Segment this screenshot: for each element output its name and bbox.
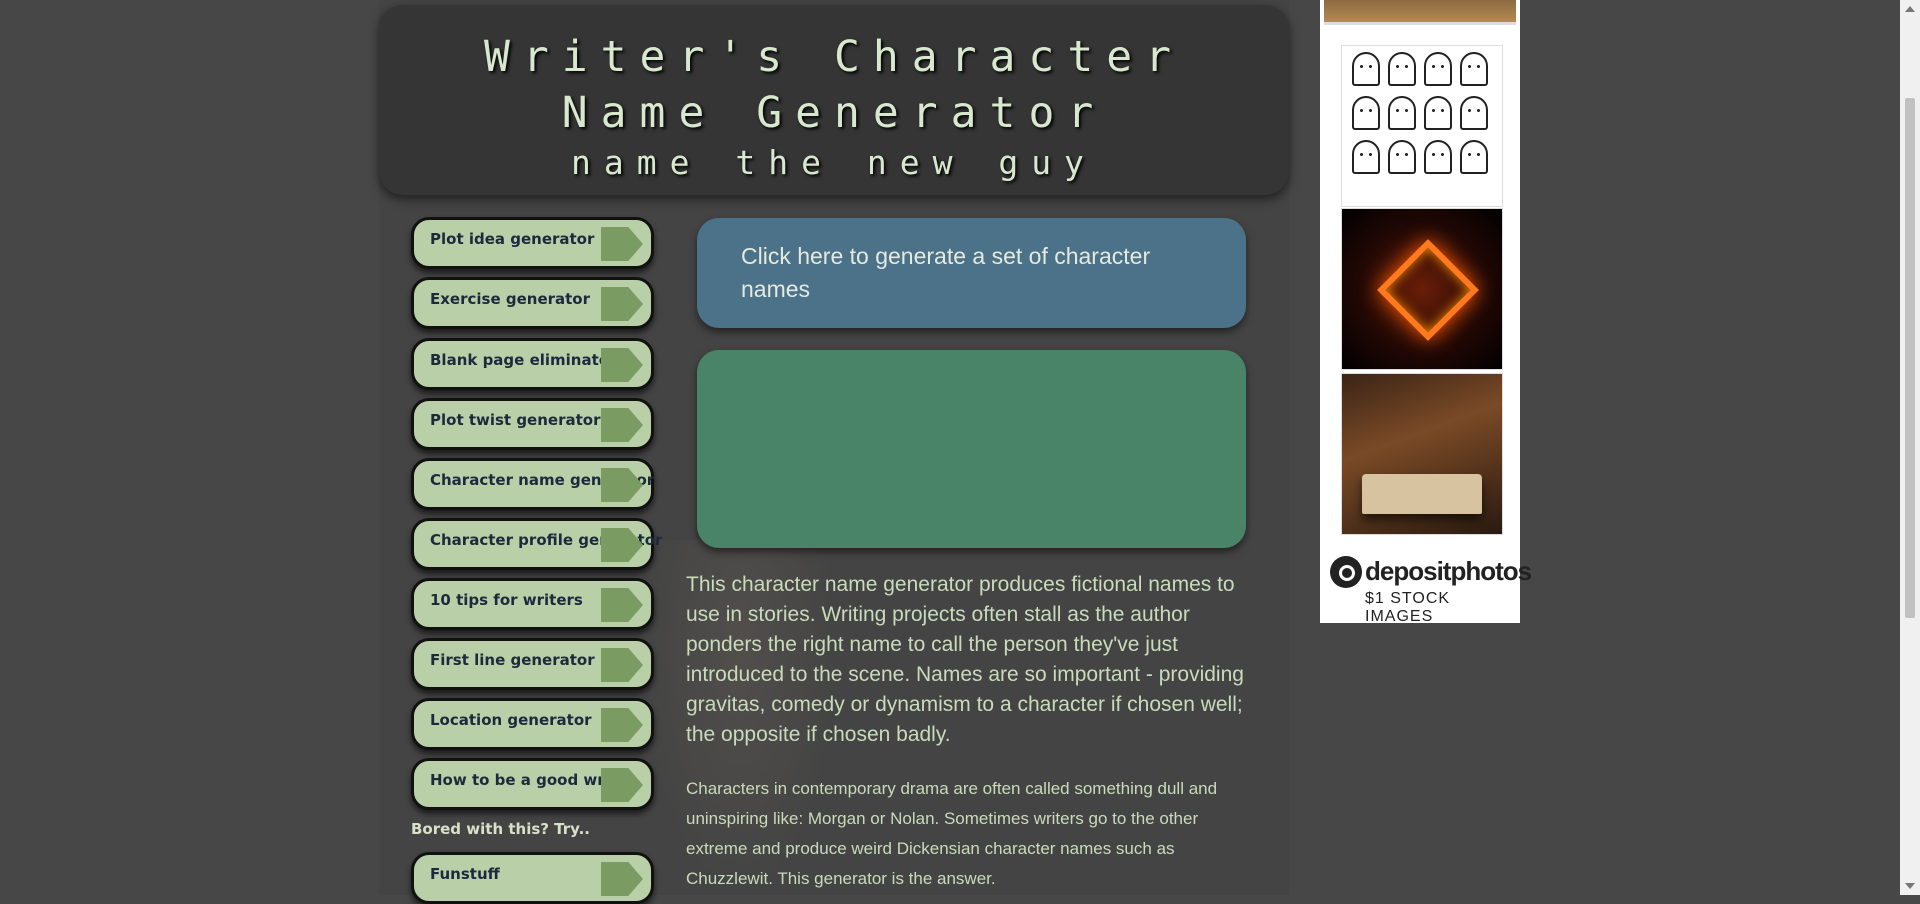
depositphotos-brand: depositphotos xyxy=(1365,556,1532,586)
ghost-icon xyxy=(1352,96,1380,130)
ghost-icon xyxy=(1424,52,1452,86)
ad-image-old-book[interactable] xyxy=(1341,373,1503,535)
ghost-icon xyxy=(1460,96,1488,130)
nav-funstuff[interactable]: Funstuff xyxy=(411,852,654,904)
ad-image-ghosts[interactable] xyxy=(1341,45,1503,207)
fire-heart-icon xyxy=(1377,239,1479,341)
nav-label: Exercise generator xyxy=(430,290,591,308)
nav-label: Location generator xyxy=(430,711,592,729)
nav-how-to-be-a-good-writer[interactable]: How to be a good writer xyxy=(411,758,654,810)
description-paragraph: Characters in contemporary drama are oft… xyxy=(686,779,1218,888)
ghost-icon xyxy=(1388,140,1416,174)
site-title-line-1: Writer's Character xyxy=(484,32,1184,82)
nav-exercise-generator[interactable]: Exercise generator xyxy=(411,277,654,329)
generated-names-panel xyxy=(697,350,1246,548)
nav-label: First line generator xyxy=(430,651,595,669)
ghost-icon xyxy=(1352,140,1380,174)
arrow-right-icon xyxy=(601,648,643,682)
generate-names-label: Click here to generate a set of characte… xyxy=(741,243,1151,302)
nav-label: Plot idea generator xyxy=(430,230,595,248)
ad-image-top[interactable] xyxy=(1324,0,1516,25)
depositphotos-tagline: $1 STOCK IMAGES xyxy=(1365,590,1451,625)
ghost-icon xyxy=(1424,96,1452,130)
scroll-up-arrow-icon[interactable] xyxy=(1905,6,1915,12)
nav-label: Funstuff xyxy=(430,865,500,883)
nav-10-tips-for-writers[interactable]: 10 tips for writers xyxy=(411,578,654,630)
nav-blank-page-eliminator[interactable]: Blank page eliminator xyxy=(411,338,654,390)
arrow-right-icon xyxy=(601,862,643,896)
site-title-line-2: Name Generator xyxy=(561,88,1107,138)
ghost-icon xyxy=(1424,140,1452,174)
intro-paragraph: This character name generator produces f… xyxy=(686,573,1244,746)
nav-character-name-generator[interactable]: Character name generator xyxy=(411,458,654,510)
arrow-right-icon xyxy=(601,227,643,261)
bored-prompt: Bored with this? Try.. xyxy=(411,820,590,838)
arrow-right-icon xyxy=(601,287,643,321)
scroll-down-arrow-icon[interactable] xyxy=(1905,883,1915,889)
nav-plot-idea-generator[interactable]: Plot idea generator xyxy=(411,217,654,269)
nav-location-generator[interactable]: Location generator xyxy=(411,698,654,750)
ghost-icon xyxy=(1460,52,1488,86)
arrow-right-icon xyxy=(601,408,643,442)
arrow-right-icon xyxy=(601,708,643,742)
open-book-icon xyxy=(1362,474,1482,514)
ghost-icons-grid xyxy=(1348,50,1498,182)
scrollbar-thumb[interactable] xyxy=(1905,98,1915,618)
nav-character-profile-generator[interactable]: Character profile generator xyxy=(411,518,662,570)
nav-label: Plot twist generator xyxy=(430,411,601,429)
arrow-right-icon xyxy=(601,348,643,382)
arrow-right-icon xyxy=(601,768,643,802)
nav-first-line-generator[interactable]: First line generator xyxy=(411,638,654,690)
nav-plot-twist-generator[interactable]: Plot twist generator xyxy=(411,398,654,450)
ghost-icon xyxy=(1388,52,1416,86)
site-header: Writer's Character Name Generator name t… xyxy=(379,5,1289,195)
arrow-right-icon xyxy=(601,588,643,622)
depositphotos-ad[interactable]: depositphotos $1 STOCK IMAGES xyxy=(1320,548,1532,625)
ad-image-fire-heart[interactable] xyxy=(1341,208,1503,370)
ghost-icon xyxy=(1388,96,1416,130)
site-tagline: name the new guy xyxy=(571,143,1097,182)
nav-label: Blank page eliminator xyxy=(430,351,617,369)
ghost-icon xyxy=(1460,140,1488,174)
ghost-icon xyxy=(1352,52,1380,86)
generate-names-button[interactable]: Click here to generate a set of characte… xyxy=(697,218,1246,328)
vertical-scrollbar[interactable] xyxy=(1900,0,1920,895)
camera-icon xyxy=(1330,556,1362,588)
nav-label: 10 tips for writers xyxy=(430,591,583,609)
